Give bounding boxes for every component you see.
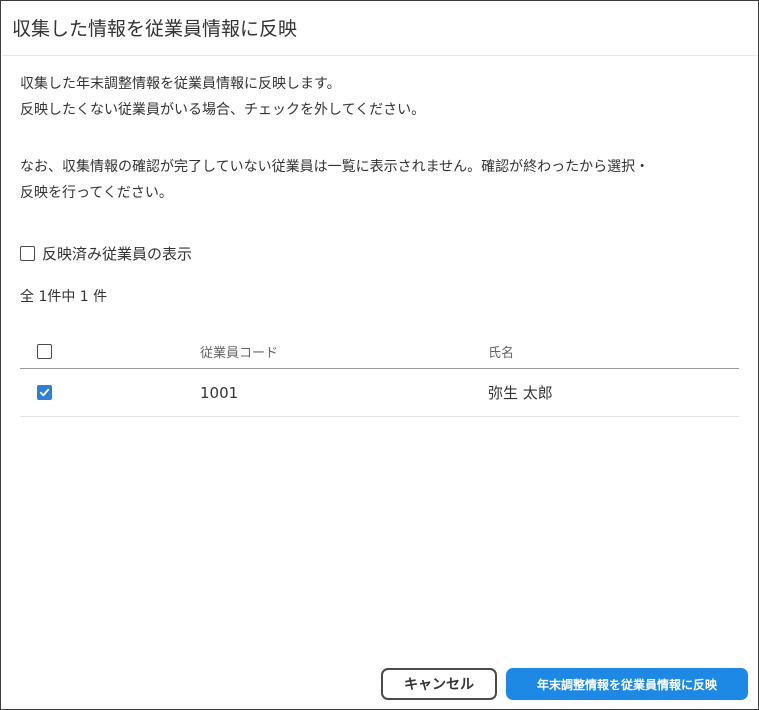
title-divider: [2, 55, 757, 56]
description-paragraph-2: なお、収集情報の確認が完了していない従業員は一覧に表示されません。確認が終わった…: [20, 154, 649, 206]
description-line: 収集した年末調整情報を従業員情報に反映します。: [20, 76, 341, 92]
apply-to-employee-info-button[interactable]: 年末調整情報を従業員情報に反映: [506, 668, 748, 700]
column-header-name: 氏名: [488, 346, 515, 361]
description-paragraph-1: 収集した年末調整情報を従業員情報に反映します。 反映したくない従業員がいる場合、…: [20, 71, 425, 123]
table-row: 1001 弥生 太郎: [20, 369, 739, 417]
show-reflected-toggle[interactable]: 反映済み従業員の表示: [20, 242, 192, 264]
table-header: 従業員コード 氏名: [20, 335, 739, 369]
description-line: 反映を行ってください。: [20, 185, 173, 201]
description-line: 反映したくない従業員がいる場合、チェックを外してください。: [20, 102, 426, 118]
employee-name: 弥生 太郎: [488, 384, 553, 402]
reflect-dialog: 収集した情報を従業員情報に反映 収集した年末調整情報を従業員情報に反映します。 …: [0, 0, 759, 710]
select-all-checkbox[interactable]: [37, 344, 52, 359]
result-count: 全 1件中 1 件: [20, 289, 108, 305]
show-reflected-label: 反映済み従業員の表示: [42, 244, 193, 263]
checkmark-icon: [39, 388, 50, 397]
show-reflected-checkbox[interactable]: [20, 245, 35, 261]
cancel-button[interactable]: キャンセル: [381, 668, 497, 700]
employee-code: 1001: [200, 383, 239, 402]
column-header-code: 従業員コード: [200, 346, 279, 361]
row-checkbox[interactable]: [37, 385, 52, 400]
description-line: なお、収集情報の確認が完了していない従業員は一覧に表示されません。確認が終わった…: [20, 159, 650, 175]
employee-table: 従業員コード 氏名 1001 弥生 太郎: [20, 335, 739, 417]
dialog-title: 収集した情報を従業員情報に反映: [12, 18, 298, 40]
